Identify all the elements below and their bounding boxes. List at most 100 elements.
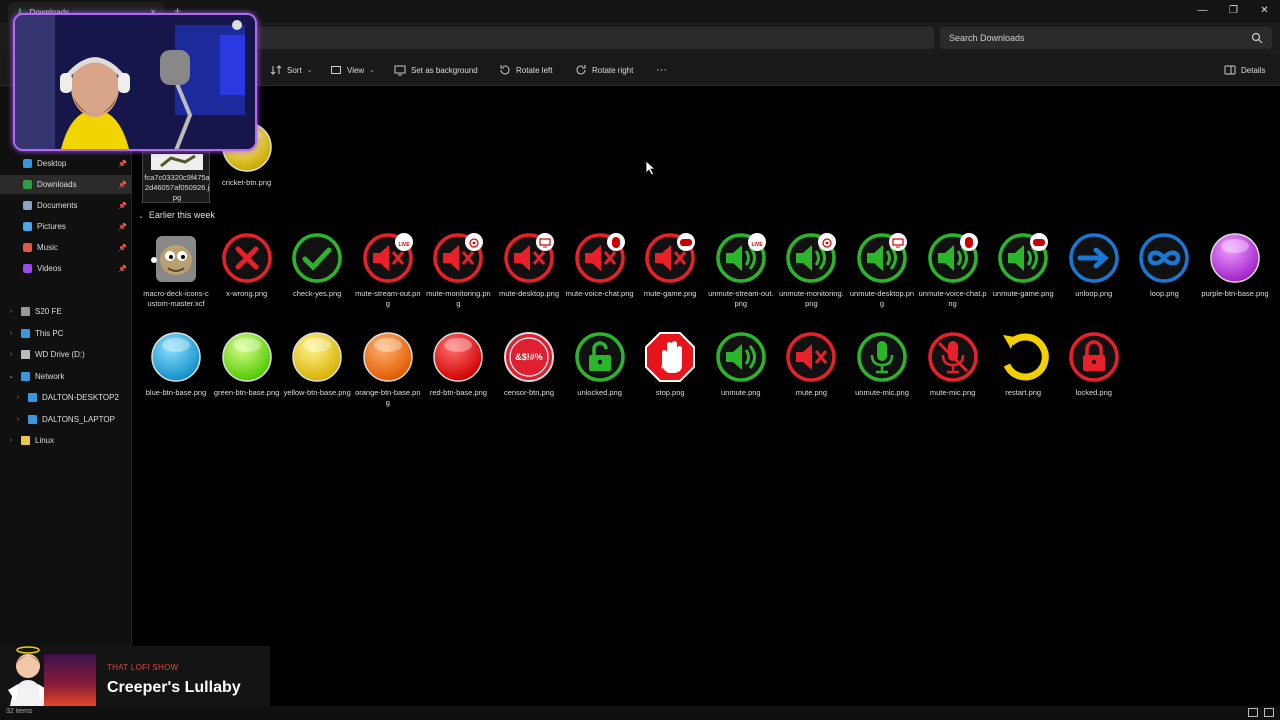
file-name: purple-btn-base.png	[1201, 289, 1269, 298]
sidebar-item-s20-fe[interactable]: › S20 FE	[0, 302, 132, 321]
file-item[interactable]: unmute-desktop.png	[848, 232, 916, 320]
file-item[interactable]: unmute-voice-chat.png	[919, 232, 987, 320]
group-header[interactable]: ⌄ Earlier this week	[138, 210, 215, 220]
chevron-down-icon[interactable]: ⌄	[5, 372, 17, 380]
chevron-right-icon[interactable]: ›	[5, 330, 17, 337]
minimize-button[interactable]: —	[1187, 0, 1218, 20]
sidebar-item-documents[interactable]: Documents 📌	[0, 196, 132, 215]
sidebar-item-dalton-desktop2[interactable]: › DALTON-DESKTOP2	[0, 388, 132, 407]
view-icon	[331, 66, 341, 74]
sidebar-item-network[interactable]: ⌄ Network	[0, 367, 132, 386]
file-item[interactable]: macro-deck-icons-custom-master.xcf	[142, 232, 210, 320]
location-icon	[21, 350, 30, 359]
sidebar-item-wd-drive-d-[interactable]: › WD Drive (D:)	[0, 345, 132, 364]
file-name: orange-btn-base.png	[355, 388, 421, 407]
file-item[interactable]: LIVE unmute-stream-out.png	[707, 232, 775, 320]
chevron-right-icon[interactable]: ›	[5, 351, 17, 358]
file-item[interactable]: purple-btn-base.png	[1201, 232, 1269, 320]
file-item[interactable]: LIVE mute-stream-out.png	[354, 232, 422, 320]
sidebar-item-daltons-laptop[interactable]: › DALTONS_LAPTOP	[0, 410, 132, 429]
item-count: 32 items	[6, 708, 33, 715]
file-item[interactable]: x-wrong.png	[213, 232, 281, 320]
sidebar-item-linux[interactable]: › Linux	[0, 431, 132, 450]
view-label: View	[347, 65, 365, 75]
sidebar-item-pictures[interactable]: Pictures 📌	[0, 217, 132, 236]
file-item[interactable]: mute-monitoring.png	[424, 232, 492, 320]
search-box[interactable]: Search Downloads	[940, 27, 1272, 49]
file-item[interactable]: check-yes.png	[283, 232, 351, 320]
unmute-live-icon: LIVE	[715, 232, 767, 284]
rotate-right-icon	[576, 65, 586, 75]
file-item[interactable]: unmute.png	[707, 331, 775, 419]
webcam-image	[15, 15, 255, 149]
mic-icon	[856, 331, 908, 383]
file-item[interactable]: locked.png	[1060, 331, 1128, 419]
chevron-down-icon: ⌄	[369, 67, 376, 74]
file-item[interactable]: unlocked.png	[566, 331, 634, 419]
mute-game-icon	[644, 232, 696, 284]
red-button-icon	[432, 331, 484, 383]
file-item[interactable]: mute.png	[777, 331, 845, 419]
file-name: unmute.png	[720, 388, 761, 397]
pin-icon: 📌	[118, 223, 127, 231]
file-item[interactable]: unloop.png	[1060, 232, 1128, 320]
file-item[interactable]: restart.png	[989, 331, 1057, 419]
sidebar-item-label: Music	[37, 243, 58, 252]
more-options-button[interactable]: ···	[656, 54, 667, 86]
sidebar-item-videos[interactable]: Videos 📌	[0, 259, 132, 278]
sidebar-item-desktop[interactable]: Desktop 📌	[0, 154, 132, 173]
sidebar-item-downloads[interactable]: Downloads 📌	[0, 175, 132, 194]
album-cover	[44, 654, 96, 706]
file-name: check-yes.png	[293, 289, 342, 298]
rotate-left-button[interactable]: Rotate left	[499, 54, 552, 86]
sort-button[interactable]: Sort ⌄	[270, 54, 313, 86]
sidebar-item-label: DALTONS_LAPTOP	[42, 414, 115, 424]
sidebar-item-label: Network	[35, 371, 65, 381]
file-name: censor-btn.png	[503, 388, 555, 397]
file-item[interactable]: unmute-game.png	[989, 232, 1057, 320]
file-item[interactable]: unmute-mic.png	[848, 331, 916, 419]
rotate-right-button[interactable]: Rotate right	[575, 54, 633, 86]
details-button[interactable]: Details	[1224, 54, 1265, 86]
file-item[interactable]: &$!#% censor-btn.png	[495, 331, 563, 419]
folder-icon	[23, 264, 32, 273]
chevron-right-icon[interactable]: ›	[12, 394, 24, 401]
chevron-right-icon[interactable]: ›	[5, 437, 17, 444]
file-item[interactable]: mute-voice-chat.png	[566, 232, 634, 320]
sidebar-item-this-pc[interactable]: › This PC	[0, 324, 132, 343]
chevron-right-icon[interactable]: ›	[5, 308, 17, 315]
orange-button-icon	[362, 331, 414, 383]
view-button[interactable]: View ⌄	[330, 54, 375, 86]
sidebar-item-music[interactable]: Music 📌	[0, 238, 132, 257]
details-label: Details	[1241, 65, 1266, 75]
sidebar-item-label: S20 FE	[35, 307, 62, 316]
file-item[interactable]: mute-desktop.png	[495, 232, 563, 320]
webcam-overlay	[13, 13, 257, 151]
address-bar[interactable]	[210, 27, 934, 49]
tiles-view-button[interactable]	[1264, 708, 1274, 717]
file-item[interactable]: red-btn-base.png	[424, 331, 492, 419]
close-button[interactable]: ✕	[1249, 0, 1280, 20]
file-item[interactable]: loop.png	[1130, 232, 1198, 320]
set-as-background-button[interactable]: Set as background	[394, 54, 478, 86]
group-label: Earlier this week	[148, 210, 215, 220]
search-icon	[1251, 32, 1263, 44]
maximize-button[interactable]: ❐	[1218, 0, 1249, 20]
location-icon	[28, 393, 37, 402]
blue-button-icon	[150, 331, 202, 383]
file-item[interactable]: unmute-monitoring.png	[777, 232, 845, 320]
file-item[interactable]: mute-game.png	[636, 232, 704, 320]
file-item[interactable]: yellow-btn-base.png	[283, 331, 351, 419]
file-item[interactable]: stop.png	[636, 331, 704, 419]
unmute-monitor-icon	[785, 232, 837, 284]
file-name: unmute-monitoring.png	[779, 289, 844, 308]
folder-icon	[23, 243, 32, 252]
details-view-button[interactable]	[1248, 708, 1258, 717]
file-item[interactable]: orange-btn-base.png	[354, 331, 422, 419]
chevron-right-icon[interactable]: ›	[12, 416, 24, 423]
sidebar-item-label: Pictures	[37, 222, 66, 231]
file-item[interactable]: mute-mic.png	[919, 331, 987, 419]
mute-monitor-icon	[432, 232, 484, 284]
file-item[interactable]: green-btn-base.png	[213, 331, 281, 419]
file-item[interactable]: blue-btn-base.png	[142, 331, 210, 419]
